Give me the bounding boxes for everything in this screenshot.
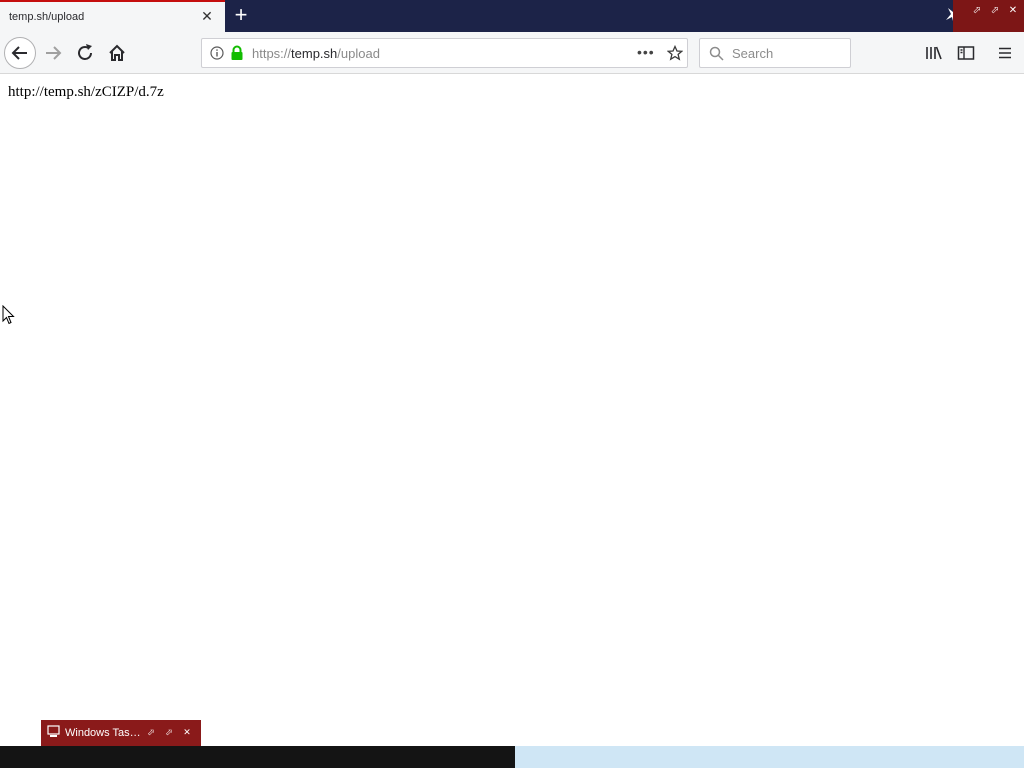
search-placeholder: Search — [732, 46, 774, 61]
taskbar-item-task-manager[interactable]: Windows Tas… ⬀ ⬀ ✕ — [41, 720, 201, 746]
url-host: temp.sh — [291, 46, 338, 61]
menu-icon[interactable] — [997, 45, 1013, 61]
home-icon — [109, 44, 125, 61]
task-minimize-icon[interactable]: ⬀ — [145, 726, 157, 738]
url-bar[interactable]: https://temp.sh/upload ••• — [201, 38, 688, 68]
arrow-left-icon — [11, 46, 27, 60]
new-tab-icon[interactable]: + — [230, 4, 252, 27]
reload-button[interactable] — [69, 37, 101, 69]
minimize-icon[interactable]: ⬀ — [970, 4, 984, 18]
task-maximize-icon[interactable]: ⬀ — [163, 726, 175, 738]
arrow-right-icon — [46, 46, 62, 60]
uploaded-file-url[interactable]: http://temp.sh/zCIZP/d.7z — [8, 84, 164, 101]
tab-active[interactable]: temp.sh/upload ✕ — [0, 0, 225, 32]
page-actions-icon[interactable]: ••• — [637, 44, 655, 60]
maximize-icon[interactable]: ⬀ — [988, 4, 1002, 18]
close-tab-icon[interactable]: ✕ — [199, 8, 215, 24]
navigation-toolbar: https://temp.sh/upload ••• Search — [0, 32, 1024, 74]
sidebar-icon[interactable] — [957, 45, 975, 61]
reload-icon — [78, 44, 92, 60]
url-scheme: https:// — [252, 46, 292, 61]
bookmark-star-icon[interactable] — [667, 45, 683, 61]
window-controls: ⬀ ⬀ ✕ — [953, 0, 1024, 32]
lock-icon[interactable] — [230, 45, 244, 61]
task-close-icon[interactable]: ✕ — [181, 726, 193, 738]
desktop-background-light — [515, 746, 1024, 768]
mouse-cursor-icon — [2, 305, 15, 325]
url-text: https://temp.sh/upload — [252, 46, 380, 61]
close-window-icon[interactable]: ✕ — [1006, 4, 1020, 18]
monitor-icon — [47, 725, 60, 737]
forward-button[interactable] — [37, 37, 69, 69]
library-icon[interactable] — [925, 45, 943, 61]
search-bar[interactable]: Search — [699, 38, 851, 68]
back-button[interactable] — [4, 37, 36, 69]
tab-strip: temp.sh/upload ✕ + ⬀ ⬀ ✕ — [0, 0, 1024, 32]
home-button[interactable] — [101, 37, 133, 69]
url-path: /upload — [337, 46, 380, 61]
tab-title: temp.sh/upload — [9, 11, 85, 23]
info-icon[interactable] — [210, 46, 224, 60]
search-icon — [709, 46, 724, 61]
taskbar-item-label: Windows Tas… — [65, 727, 141, 739]
